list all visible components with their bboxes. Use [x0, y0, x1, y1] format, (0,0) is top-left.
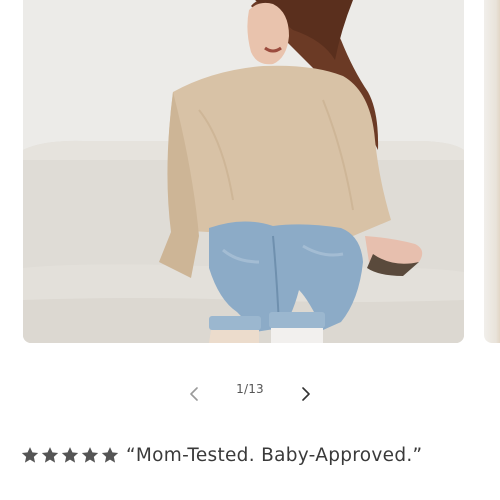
review-quote: “Mom-Tested. Baby-Approved.”	[126, 445, 422, 466]
star-icon	[60, 445, 80, 465]
gallery-slide-next-peek[interactable]	[484, 0, 500, 343]
star-icon	[20, 445, 40, 465]
chevron-right-icon	[301, 387, 311, 401]
next-slide-button[interactable]	[294, 376, 318, 404]
previous-slide-button[interactable]	[182, 376, 206, 404]
star-rating	[20, 445, 120, 465]
chevron-left-icon	[189, 387, 199, 401]
product-photo	[23, 0, 464, 343]
star-icon	[80, 445, 100, 465]
star-icon	[100, 445, 120, 465]
review-highlight: “Mom-Tested. Baby-Approved.”	[20, 440, 422, 470]
slide-counter: 1/13	[220, 382, 280, 396]
gallery-pager: 1/13	[0, 376, 500, 404]
star-icon	[40, 445, 60, 465]
product-gallery-page: 1/13 “Mom-Tested. Baby-Approved.”	[0, 0, 500, 500]
gallery-slide-current[interactable]	[23, 0, 464, 343]
